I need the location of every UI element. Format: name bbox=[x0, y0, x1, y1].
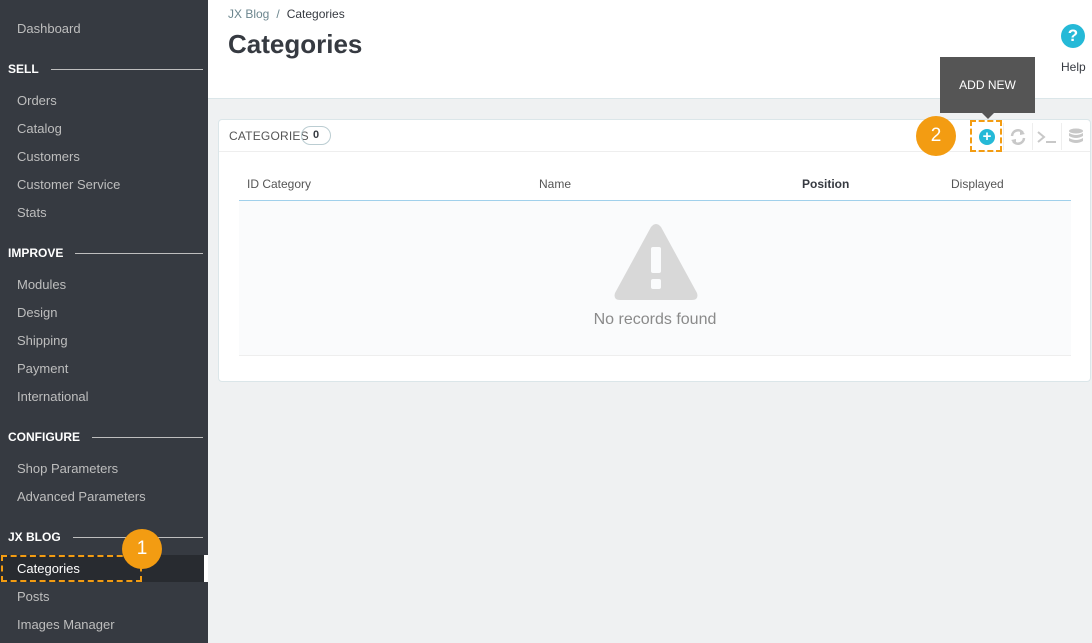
add-new-tooltip: ADD NEW bbox=[940, 57, 1035, 113]
add-new-highlight bbox=[970, 120, 1002, 152]
sidebar-item-stats[interactable]: Stats bbox=[17, 205, 47, 220]
count-badge: 0 bbox=[301, 126, 331, 145]
sidebar-item-images-manager[interactable]: Images Manager bbox=[17, 617, 115, 632]
callout-1: 1 bbox=[122, 529, 162, 569]
column-header-id-category[interactable]: ID Category bbox=[247, 177, 311, 191]
sidebar-item-customers[interactable]: Customers bbox=[17, 149, 80, 164]
sidebar-section-improve: IMPROVE bbox=[8, 246, 203, 260]
sidebar-item-modules[interactable]: Modules bbox=[17, 277, 66, 292]
breadcrumb-item-current: Categories bbox=[286, 7, 345, 21]
sidebar-section-jx-blog: JX BLOG bbox=[8, 530, 203, 544]
sidebar-section-title: IMPROVE bbox=[8, 246, 64, 260]
database-icon bbox=[1068, 128, 1083, 143]
breadcrumb: JX Blog / Categories bbox=[228, 7, 345, 21]
page-title: Categories bbox=[228, 29, 363, 59]
sidebar: Dashboard SELL Orders Catalog Customers … bbox=[0, 0, 208, 643]
sidebar-item-advanced-parameters[interactable]: Advanced Parameters bbox=[17, 489, 146, 504]
categories-highlight bbox=[1, 555, 142, 582]
sidebar-item-design[interactable]: Design bbox=[17, 305, 57, 320]
panel-title: CATEGORIES bbox=[229, 129, 309, 143]
column-header-position[interactable]: Position bbox=[802, 177, 849, 191]
sidebar-section-title: SELL bbox=[8, 62, 39, 76]
export-button[interactable] bbox=[1061, 123, 1089, 150]
empty-table-body: No records found bbox=[239, 201, 1071, 356]
sql-query-button[interactable] bbox=[1032, 123, 1060, 150]
sidebar-section-configure: CONFIGURE bbox=[8, 430, 203, 444]
sidebar-item-customer-service[interactable]: Customer Service bbox=[17, 177, 120, 192]
callout-2: 2 bbox=[916, 116, 956, 156]
sidebar-section-title: CONFIGURE bbox=[8, 430, 80, 444]
panel-heading: CATEGORIES 0 + bbox=[219, 120, 1090, 152]
sidebar-item-international[interactable]: International bbox=[17, 389, 89, 404]
sidebar-item-catalog[interactable]: Catalog bbox=[17, 121, 62, 136]
empty-message: No records found bbox=[593, 311, 717, 328]
sidebar-section-title: JX BLOG bbox=[8, 530, 61, 544]
sidebar-item-shipping[interactable]: Shipping bbox=[17, 333, 68, 348]
sidebar-item-posts[interactable]: Posts bbox=[17, 589, 50, 604]
refresh-button[interactable] bbox=[1003, 123, 1031, 150]
warning-icon bbox=[614, 224, 698, 300]
breadcrumb-item-jx-blog[interactable]: JX Blog bbox=[228, 7, 269, 21]
help-icon[interactable]: ? bbox=[1061, 24, 1085, 48]
sidebar-item-shop-parameters[interactable]: Shop Parameters bbox=[17, 461, 118, 476]
active-item-indicator bbox=[204, 555, 208, 582]
sidebar-item-payment[interactable]: Payment bbox=[17, 361, 68, 376]
terminal-icon bbox=[1036, 130, 1056, 143]
breadcrumb-separator: / bbox=[276, 7, 280, 21]
column-header-displayed[interactable]: Displayed bbox=[951, 177, 1004, 191]
help-label[interactable]: Help bbox=[1061, 60, 1086, 74]
column-header-name[interactable]: Name bbox=[539, 177, 571, 191]
sidebar-item-orders[interactable]: Orders bbox=[17, 93, 57, 108]
refresh-icon bbox=[1010, 128, 1025, 145]
sidebar-section-sell: SELL bbox=[8, 62, 203, 76]
categories-panel: CATEGORIES 0 + ID Category Name Position… bbox=[218, 119, 1091, 382]
sidebar-item-dashboard[interactable]: Dashboard bbox=[17, 21, 81, 36]
